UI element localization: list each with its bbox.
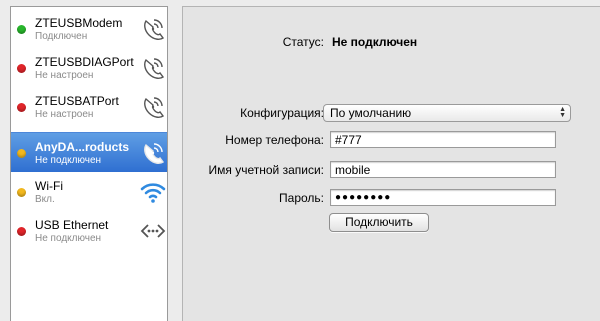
service-item-anydata[interactable]: AnyDA...roducts Не подключен <box>11 132 167 172</box>
service-status: Не настроен <box>35 109 94 120</box>
service-item-zteusbdiagport[interactable]: ZTEUSBDIAGPort Не настроен <box>11 48 167 88</box>
account-name-label: Имя учетной записи: <box>208 163 324 177</box>
service-detail-panel: Статус: Не подключен Конфигурация: По ум… <box>182 6 600 321</box>
phone-number-label: Номер телефона: <box>225 133 324 147</box>
wifi-icon <box>140 183 166 203</box>
status-dot <box>17 25 26 34</box>
status-dot <box>17 227 26 236</box>
service-status: Подключен <box>35 31 88 42</box>
service-name: ZTEUSBDIAGPort <box>35 55 134 69</box>
password-label: Пароль: <box>279 191 324 205</box>
service-item-wifi[interactable]: Wi-Fi Вкл. <box>11 172 167 212</box>
service-name: ZTEUSBModem <box>35 16 123 30</box>
phone-number-field[interactable]: #777 <box>330 131 556 148</box>
status-dot <box>17 149 26 158</box>
select-arrows-icon: ▲ ▼ <box>559 106 566 119</box>
status-dot <box>17 103 26 112</box>
service-status: Вкл. <box>35 194 55 205</box>
ethernet-icon <box>140 224 166 238</box>
service-status: Не настроен <box>35 70 94 81</box>
status-value: Не подключен <box>332 35 418 49</box>
service-item-zteusbmodem[interactable]: ZTEUSBModem Подключен <box>11 9 167 49</box>
configuration-label: Конфигурация: <box>240 106 324 120</box>
configuration-value: По умолчанию <box>330 106 412 120</box>
phone-modem-icon <box>144 58 165 79</box>
password-field[interactable]: ●●●●●●●● <box>330 189 556 206</box>
service-name: ZTEUSBATPort <box>35 94 119 108</box>
service-item-usb-ethernet[interactable]: USB Ethernet Не подключен <box>11 211 167 251</box>
account-name-field[interactable]: mobile <box>330 161 556 178</box>
status-dot <box>17 64 26 73</box>
connect-button[interactable]: Подключить <box>329 213 429 232</box>
network-preferences: ZTEUSBModem Подключен ZTEUSBDIAGPort Не … <box>0 0 600 321</box>
status-label: Статус: <box>282 35 324 49</box>
status-dot <box>17 188 26 197</box>
phone-modem-icon <box>144 143 165 164</box>
phone-modem-icon <box>144 19 165 40</box>
configuration-select[interactable]: По умолчанию ▲ ▼ <box>323 104 571 122</box>
service-status: Не подключен <box>35 233 102 244</box>
service-name: USB Ethernet <box>35 218 109 232</box>
phone-modem-icon <box>144 97 165 118</box>
service-item-zteusbatport[interactable]: ZTEUSBATPort Не настроен <box>11 87 167 127</box>
services-list[interactable]: ZTEUSBModem Подключен ZTEUSBDIAGPort Не … <box>10 6 168 321</box>
service-name: AnyDA...roducts <box>35 140 130 154</box>
service-status: Не подключен <box>35 155 102 166</box>
service-name: Wi-Fi <box>35 179 63 193</box>
